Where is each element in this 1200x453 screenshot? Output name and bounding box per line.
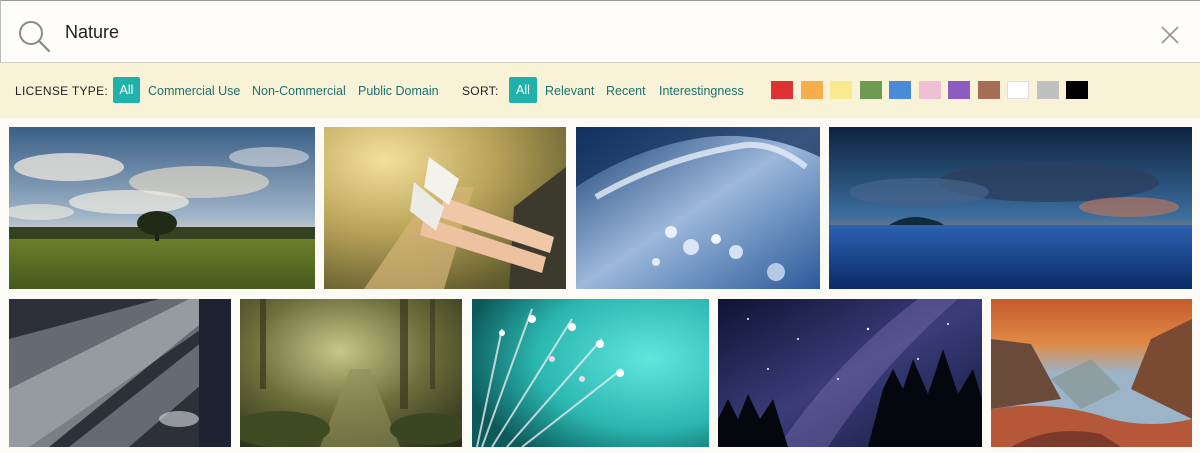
color-swatch-10[interactable] [1066, 81, 1088, 99]
color-swatch-2[interactable] [830, 81, 852, 99]
license-option-commercial-use[interactable]: Commercial Use [148, 84, 240, 98]
sort-option-interestingness[interactable]: Interestingness [659, 84, 744, 98]
license-option-public-domain[interactable]: Public Domain [358, 84, 439, 98]
search-bar [0, 0, 1200, 63]
image-water-splash[interactable] [576, 127, 820, 289]
sort-option-recent[interactable]: Recent [606, 84, 646, 98]
image-mossy-forest-path[interactable] [240, 299, 462, 447]
color-swatch-1[interactable] [800, 81, 823, 99]
color-swatch-6[interactable] [948, 81, 970, 99]
image-dandelion-dew[interactable] [472, 299, 709, 447]
color-swatch-7[interactable] [977, 81, 1000, 99]
color-swatch-5[interactable] [918, 81, 941, 99]
color-swatch-8[interactable] [1007, 81, 1029, 99]
sort-label: SORT: [462, 84, 499, 98]
color-swatch-4[interactable] [889, 81, 911, 99]
filter-bar: LICENSE TYPE: All Commercial Use Non-Com… [0, 63, 1200, 118]
close-icon[interactable] [1159, 24, 1181, 46]
image-red-rock-canyon[interactable] [991, 299, 1192, 447]
image-ocean-sunset[interactable] [829, 127, 1192, 289]
image-grid [0, 118, 1200, 453]
image-legs-sneakers-car-window[interactable] [324, 127, 566, 289]
license-type-label: LICENSE TYPE: [15, 84, 109, 98]
license-option-all[interactable]: All [113, 77, 140, 103]
search-input[interactable] [65, 17, 1065, 47]
image-milky-way-pines[interactable] [718, 299, 982, 447]
sort-option-all[interactable]: All [509, 77, 537, 103]
color-swatch-3[interactable] [859, 81, 882, 99]
sort-option-relevant[interactable]: Relevant [545, 84, 594, 98]
color-swatch-0[interactable] [771, 81, 793, 99]
image-field-with-tree[interactable] [9, 127, 315, 289]
image-sunbeams-forest[interactable] [9, 299, 231, 447]
license-option-non-commercial[interactable]: Non-Commercial [252, 84, 346, 98]
search-icon[interactable] [17, 19, 51, 53]
color-swatch-9[interactable] [1036, 81, 1059, 99]
